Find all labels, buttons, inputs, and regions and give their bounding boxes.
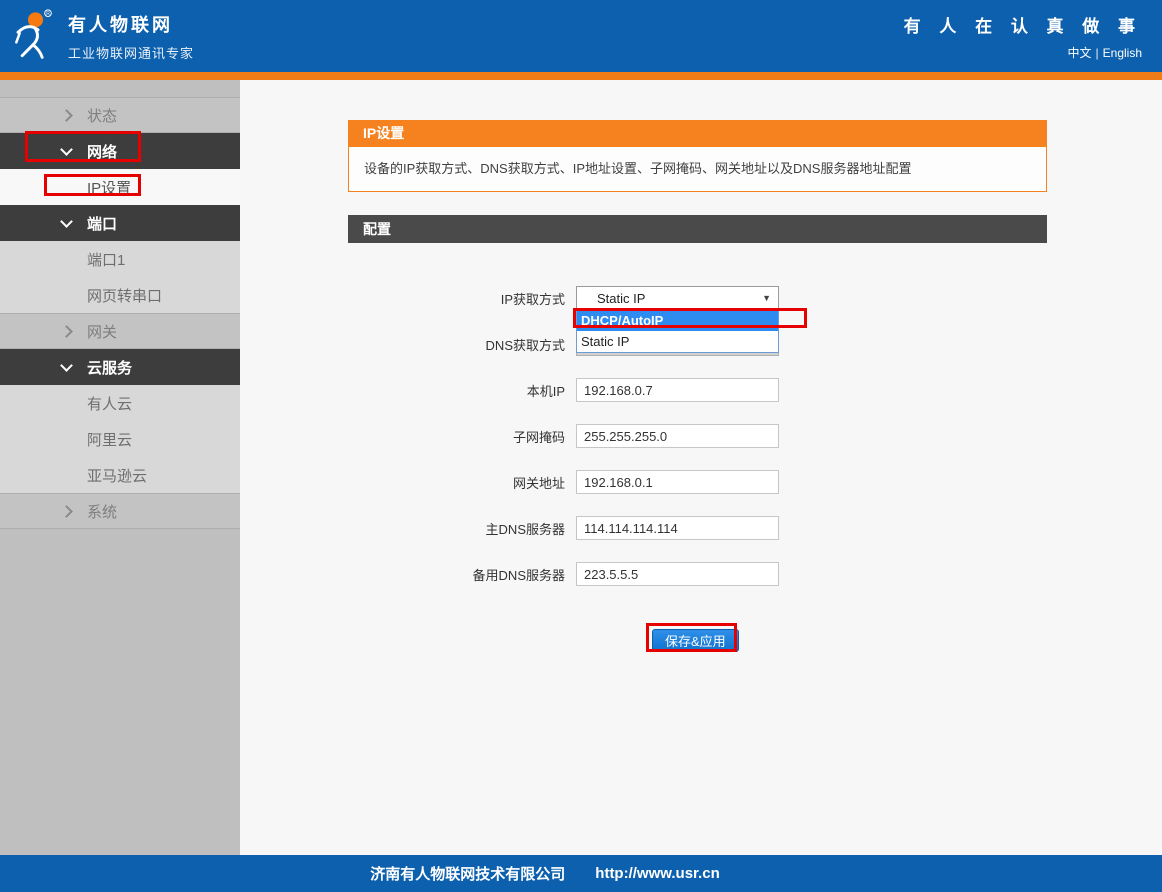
sidebar-item-amazon-cloud[interactable]: 亚马逊云 [0,457,240,493]
chevron-right-icon [60,325,73,338]
local-ip-label: 本机IP [348,381,570,400]
local-ip-input[interactable] [576,378,779,402]
gateway-input[interactable] [576,470,779,494]
sidebar-item-cloud-services[interactable]: 云服务 [0,349,240,385]
section-title: 配置 [348,215,1047,243]
sidebar-item-label: 端口1 [87,249,125,270]
ip-settings-form: IP获取方式 Static IP ▼ DHCP/AutoIP Static IP [348,275,1047,652]
language-switch: 中文 | English [904,44,1142,61]
dropdown-arrow-icon: ▼ [762,293,778,303]
sidebar-item-label: 系统 [87,501,117,522]
lang-chinese-link[interactable]: 中文 [1068,46,1092,60]
main-area: IP设置 设备的IP获取方式、DNS获取方式、IP地址设置、子网掩码、网关地址以… [240,80,1162,855]
dns2-label: 备用DNS服务器 [348,565,570,584]
sidebar-item-label: 亚马逊云 [87,465,147,486]
chevron-down-icon [60,215,73,228]
form-row-netmask: 子网掩码 [348,413,1047,459]
header-slogan: 有 人 在 认 真 做 事 [904,12,1142,37]
page-title: IP设置 [348,120,1047,146]
brand-text: 有人物联网 工业物联网通讯专家 [68,11,194,62]
lang-separator: | [1096,46,1099,60]
chevron-down-icon [60,359,73,372]
sidebar-item-label: 端口 [87,213,117,234]
sidebar-item-network[interactable]: 网络 [0,133,240,169]
sidebar-item-ports[interactable]: 端口 [0,205,240,241]
netmask-label: 子网掩码 [348,427,570,446]
footer-company: 济南有人物联网技术有限公司 [370,863,565,884]
sidebar-item-web-to-serial[interactable]: 网页转串口 [0,277,240,313]
backup-dns-input[interactable] [576,562,779,586]
button-row: 保存&应用 [652,629,1047,652]
form-row-gateway: 网关地址 [348,459,1047,505]
footer-url-link[interactable]: http://www.usr.cn [595,865,719,882]
sidebar-item-system[interactable]: 系统 [0,493,240,529]
brand-subtitle: 工业物联网通讯专家 [68,43,194,62]
sidebar-item-label: 有人云 [87,393,132,414]
sidebar-item-label: 网页转串口 [87,285,162,306]
netmask-input[interactable] [576,424,779,448]
sidebar-item-gateway[interactable]: 网关 [0,313,240,349]
sidebar-item-ip-settings[interactable]: IP设置 [0,169,240,205]
sidebar-item-label: IP设置 [87,177,131,198]
usr-logo-icon: R [8,7,58,66]
content-panel: IP设置 设备的IP获取方式、DNS获取方式、IP地址设置、子网掩码、网关地址以… [348,120,1047,652]
form-row-dns1: 主DNS服务器 [348,505,1047,551]
ip-mode-dropdown-list: DHCP/AutoIP Static IP [576,309,779,353]
save-apply-button[interactable]: 保存&应用 [652,629,739,652]
ip-mode-select[interactable]: Static IP ▼ [576,286,779,310]
lang-english-link[interactable]: English [1103,46,1142,60]
ip-mode-label: IP获取方式 [348,289,570,308]
brand-title: 有人物联网 [68,11,194,37]
sidebar-item-port1[interactable]: 端口1 [0,241,240,277]
page: R 有人物联网 工业物联网通讯专家 有 人 在 认 真 做 事 中文 | Engli… [0,0,1162,892]
sidebar-item-label: 网络 [87,141,117,162]
sidebar-item-status[interactable]: 状态 [0,97,240,133]
dns1-label: 主DNS服务器 [348,519,570,538]
svg-text:R: R [46,11,50,17]
sidebar-item-ali-cloud[interactable]: 阿里云 [0,421,240,457]
sidebar-item-usr-cloud[interactable]: 有人云 [0,385,240,421]
brand: R 有人物联网 工业物联网通讯专家 [8,7,194,66]
sidebar-item-label: 网关 [87,321,117,342]
form-row-ip-mode: IP获取方式 Static IP ▼ DHCP/AutoIP Static IP [348,275,1047,321]
page-description: 设备的IP获取方式、DNS获取方式、IP地址设置、子网掩码、网关地址以及DNS服… [348,146,1047,192]
dropdown-option-static-ip[interactable]: Static IP [577,331,778,352]
form-row-local-ip: 本机IP [348,367,1047,413]
chevron-right-icon [60,109,73,122]
dropdown-option-dhcp-autoip[interactable]: DHCP/AutoIP [577,310,778,331]
ip-mode-selected-value: Static IP [577,291,762,306]
form-row-dns2: 备用DNS服务器 [348,551,1047,597]
chevron-down-icon [60,143,73,156]
sidebar-item-label: 状态 [87,105,117,126]
dns-mode-label: DNS获取方式 [348,335,570,354]
sidebar-item-label: 阿里云 [87,429,132,450]
footer: 济南有人物联网技术有限公司 http://www.usr.cn [0,855,1162,892]
sidebar-item-label: 云服务 [87,357,132,378]
sidebar: 状态 网络 IP设置 端口 端口1 网页转串口 网关 云服务 有人云 [0,80,240,855]
header-accent-strip [0,72,1162,80]
chevron-right-icon [60,505,73,518]
primary-dns-input[interactable] [576,516,779,540]
header: R 有人物联网 工业物联网通讯专家 有 人 在 认 真 做 事 中文 | Engli… [0,0,1162,72]
gateway-label: 网关地址 [348,473,570,492]
header-right: 有 人 在 认 真 做 事 中文 | English [904,12,1142,61]
